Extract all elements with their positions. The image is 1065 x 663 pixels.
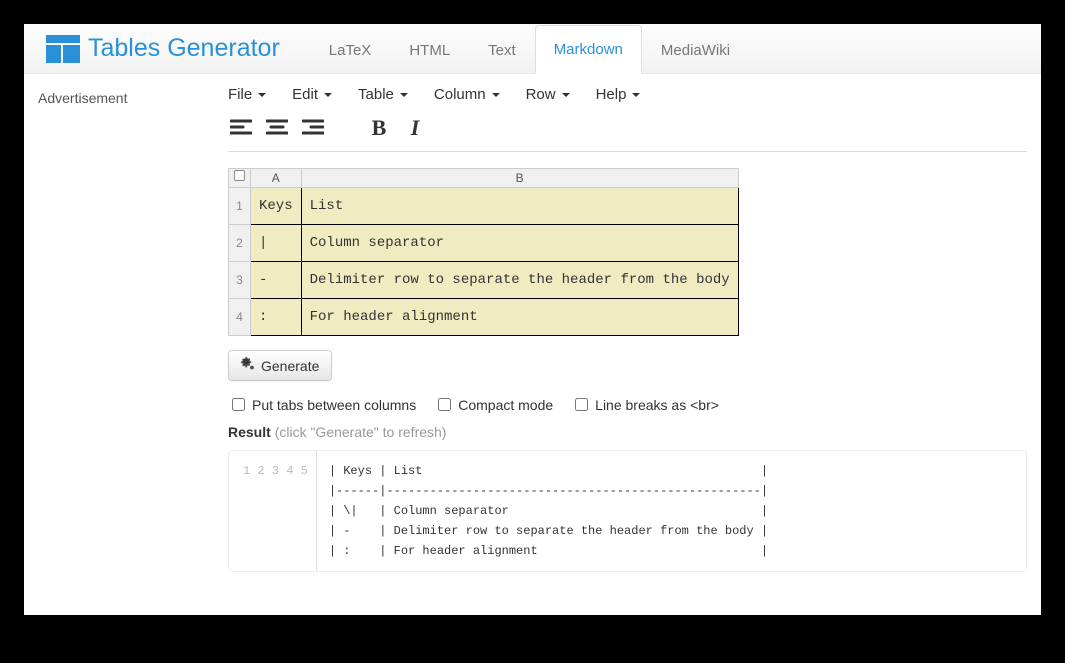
tab-html[interactable]: HTML bbox=[390, 25, 469, 74]
caret-icon bbox=[632, 93, 640, 97]
cell[interactable]: Column separator bbox=[301, 225, 738, 262]
menu-bar: File Edit Table Column Row Help bbox=[228, 84, 1027, 111]
brand-logo-icon bbox=[46, 35, 80, 63]
menu-row[interactable]: Row bbox=[526, 86, 570, 103]
table-row: 1 Keys List bbox=[229, 188, 739, 225]
row-header[interactable]: 3 bbox=[229, 262, 251, 299]
generate-label: Generate bbox=[261, 358, 319, 374]
option-tabs-checkbox[interactable] bbox=[232, 398, 245, 411]
cell[interactable]: - bbox=[251, 262, 302, 299]
generate-button[interactable]: Generate bbox=[228, 350, 332, 381]
caret-icon bbox=[400, 93, 408, 97]
tab-markdown[interactable]: Markdown bbox=[535, 25, 642, 74]
table-row: 4 : For header alignment bbox=[229, 299, 739, 336]
column-header-b[interactable]: B bbox=[301, 169, 738, 188]
option-br[interactable]: Line breaks as <br> bbox=[571, 395, 719, 414]
row-header[interactable]: 4 bbox=[229, 299, 251, 336]
format-toolbar: B I bbox=[228, 111, 1027, 152]
align-left-icon[interactable] bbox=[228, 115, 254, 141]
italic-icon: I bbox=[411, 115, 420, 141]
italic-button[interactable]: I bbox=[402, 115, 428, 141]
result-heading: Result (click "Generate" to refresh) bbox=[228, 424, 1027, 440]
row-header[interactable]: 1 bbox=[229, 188, 251, 225]
bold-button[interactable]: B bbox=[366, 115, 392, 141]
table-row: 3 - Delimiter row to separate the header… bbox=[229, 262, 739, 299]
align-center-icon[interactable] bbox=[264, 115, 290, 141]
option-compact-checkbox[interactable] bbox=[438, 398, 451, 411]
menu-file[interactable]: File bbox=[228, 86, 266, 103]
option-tabs[interactable]: Put tabs between columns bbox=[228, 395, 416, 414]
tab-text[interactable]: Text bbox=[469, 25, 535, 74]
caret-icon bbox=[258, 93, 266, 97]
tab-mediawiki[interactable]: MediaWiki bbox=[642, 25, 749, 74]
result-label: Result bbox=[228, 424, 271, 440]
cell[interactable]: Keys bbox=[251, 188, 302, 225]
cell[interactable]: For header alignment bbox=[301, 299, 738, 336]
brand-text: Tables Generator bbox=[88, 34, 280, 63]
caret-icon bbox=[324, 93, 332, 97]
select-all-checkbox[interactable] bbox=[234, 170, 245, 181]
bold-icon: B bbox=[372, 115, 387, 141]
menu-help[interactable]: Help bbox=[596, 86, 641, 103]
result-hint: (click "Generate" to refresh) bbox=[275, 424, 447, 440]
table-row: 2 | Column separator bbox=[229, 225, 739, 262]
caret-icon bbox=[492, 93, 500, 97]
code-gutter: 1 2 3 4 5 bbox=[229, 451, 317, 571]
menu-edit[interactable]: Edit bbox=[292, 86, 332, 103]
code-output[interactable]: 1 2 3 4 5 | Keys | List | |------|------… bbox=[228, 450, 1027, 572]
cell[interactable]: | bbox=[251, 225, 302, 262]
top-nav: Tables Generator LaTeX HTML Text Markdow… bbox=[24, 24, 1041, 74]
column-header-a[interactable]: A bbox=[251, 169, 302, 188]
row-header[interactable]: 2 bbox=[229, 225, 251, 262]
option-br-checkbox[interactable] bbox=[575, 398, 588, 411]
brand-link[interactable]: Tables Generator bbox=[34, 24, 292, 73]
align-right-icon[interactable] bbox=[300, 115, 326, 141]
menu-column[interactable]: Column bbox=[434, 86, 500, 103]
caret-icon bbox=[562, 93, 570, 97]
grid-corner[interactable] bbox=[229, 169, 251, 188]
cell[interactable]: : bbox=[251, 299, 302, 336]
option-compact[interactable]: Compact mode bbox=[434, 395, 553, 414]
table-grid: A B 1 Keys List 2 | Column separator 3 bbox=[228, 168, 1027, 336]
code-body[interactable]: | Keys | List | |------|----------------… bbox=[317, 451, 780, 571]
menu-table[interactable]: Table bbox=[358, 86, 408, 103]
gears-icon bbox=[241, 357, 255, 374]
ad-sidebar: Advertisement bbox=[38, 84, 228, 572]
format-tabs: LaTeX HTML Text Markdown MediaWiki bbox=[310, 24, 749, 73]
output-options: Put tabs between columns Compact mode Li… bbox=[228, 395, 1027, 414]
cell[interactable]: Delimiter row to separate the header fro… bbox=[301, 262, 738, 299]
tab-latex[interactable]: LaTeX bbox=[310, 25, 391, 74]
advertisement-label: Advertisement bbox=[38, 90, 127, 106]
cell[interactable]: List bbox=[301, 188, 738, 225]
